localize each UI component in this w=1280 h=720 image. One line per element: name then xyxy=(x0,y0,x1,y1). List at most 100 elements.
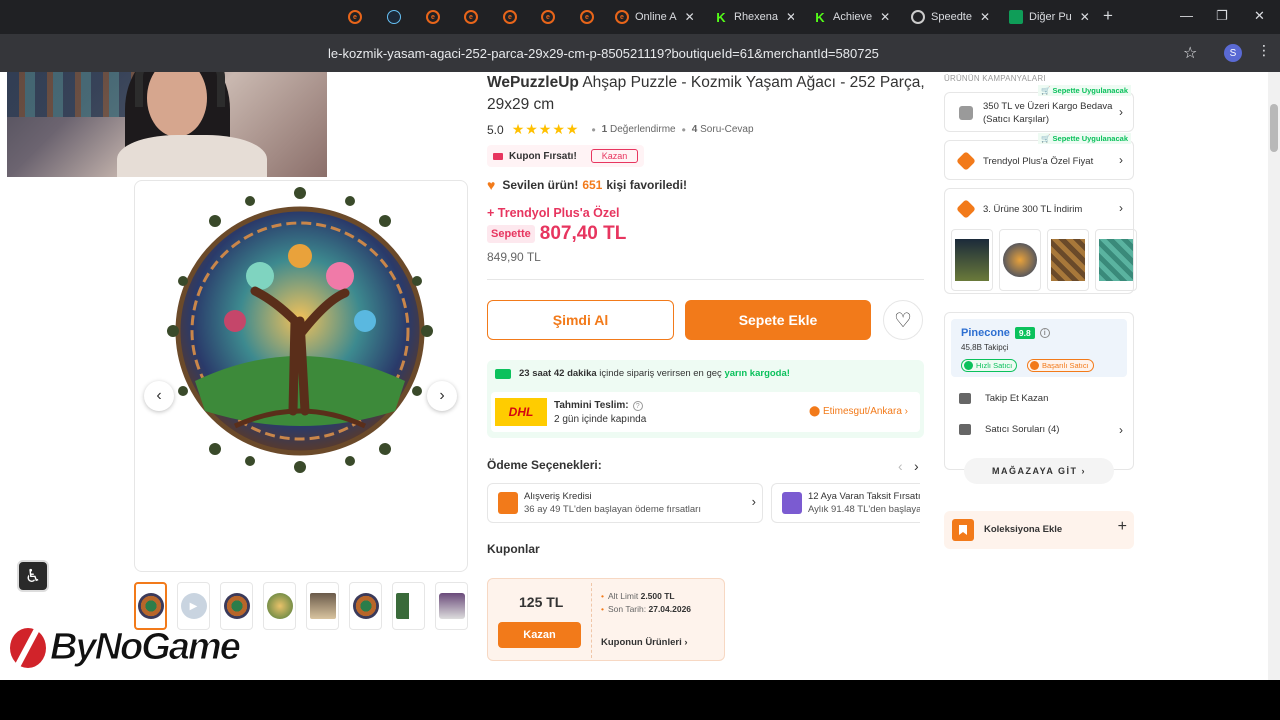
restore-button[interactable]: ❐ xyxy=(1216,8,1228,24)
favorite-heart-icon[interactable]: ♡ xyxy=(883,300,923,340)
campaign-products xyxy=(951,229,1137,291)
product-image[interactable] xyxy=(155,181,445,477)
browser-menu-icon[interactable]: ⋮ xyxy=(1257,42,1271,59)
thumbnail-video[interactable]: ▶ xyxy=(177,582,210,630)
dhl-logo: DHL xyxy=(495,398,547,426)
medal-icon xyxy=(1030,361,1039,370)
package-icon xyxy=(959,106,973,120)
browser-tab[interactable]: e xyxy=(426,6,446,28)
tag-icon xyxy=(956,199,976,219)
campaign-product-thumb[interactable] xyxy=(1095,229,1137,291)
price-row: Sepette 807,40 TL xyxy=(487,223,626,245)
go-to-store-button[interactable]: MAĞAZAYA GİT › xyxy=(964,458,1114,484)
thumbnail[interactable] xyxy=(263,582,296,630)
minimize-button[interactable]: — xyxy=(1180,8,1193,23)
shipping-highlight: yarın kargoda! xyxy=(724,368,790,379)
bookmark-star-icon[interactable]: ☆ xyxy=(1183,43,1197,63)
payment-next-button[interactable]: › xyxy=(914,458,919,474)
coupons-title: Kuponlar xyxy=(487,542,540,556)
browser-tab-bar: e e e e e e e Online A ✕ K Rhexena ✕ K Achiev… xyxy=(0,0,1280,34)
thumbnail[interactable] xyxy=(392,582,425,630)
shipping-box: 23 saat 42 dakika içinde sipariş verirse… xyxy=(487,360,924,438)
accessibility-icon[interactable]: ♿ xyxy=(17,560,49,592)
close-icon[interactable]: ✕ xyxy=(880,10,890,24)
coupon-products-link[interactable]: Kuponun Ürünleri › xyxy=(601,637,688,648)
payment-option-installment[interactable]: 12 Aya Varan Taksit Fırsatı Aylık 91.48 … xyxy=(771,483,920,523)
thumbnail[interactable] xyxy=(435,582,468,630)
campaign-third-product[interactable]: 3. Ürüne 300 TL İndirim › xyxy=(944,188,1137,294)
coupon-chip: Kupon Fırsatı! Kazan xyxy=(487,145,645,167)
follow-earn-row[interactable]: Takip Et Kazan xyxy=(959,393,1048,404)
campaign-product-thumb[interactable] xyxy=(951,229,993,291)
rating-stars: ★★★★★ xyxy=(511,121,580,137)
campaign-free-shipping[interactable]: 🛒 Sepette Uygulanacak 350 TL ve Üzeri Ka… xyxy=(944,85,1134,132)
seller-header: Pinecone 9.8 i 45,8B Takipçi Hızlı Satıcı … xyxy=(951,319,1127,377)
add-to-collection[interactable]: Koleksiyona Ekle + xyxy=(944,511,1134,549)
collection-label: Koleksiyona Ekle xyxy=(984,524,1063,535)
profile-avatar[interactable]: S xyxy=(1224,44,1242,62)
info-icon[interactable]: i xyxy=(1039,328,1050,338)
seller-name[interactable]: Pinecone 9.8 i xyxy=(961,327,1050,339)
browser-tab[interactable]: e xyxy=(348,6,368,28)
new-tab-button[interactable]: + xyxy=(1103,6,1113,26)
campaign-product-thumb[interactable] xyxy=(1047,229,1089,291)
chevron-right-icon: › xyxy=(751,494,756,509)
browser-tab[interactable]: e xyxy=(580,6,600,28)
browser-tab-speedtest[interactable]: Speedte ✕ xyxy=(911,6,991,28)
info-icon[interactable]: ? xyxy=(632,401,643,411)
browser-tab[interactable] xyxy=(387,6,407,28)
browser-tab[interactable]: e xyxy=(541,6,561,28)
doc-icon xyxy=(1009,10,1023,24)
payment-option-sub: Aylık 91.48 TL'den başlayan xyxy=(808,504,920,515)
payment-option-credit[interactable]: Alışveriş Kredisi 36 ay 49 TL'den başlay… xyxy=(487,483,763,523)
coupon-claim-button[interactable]: Kazan xyxy=(498,622,581,648)
delivery-estimate: DHL Tahmini Teslim:? 2 gün içinde kapınd… xyxy=(491,392,920,432)
tag-icon xyxy=(956,151,976,171)
divider xyxy=(487,279,924,280)
browser-tab[interactable]: e xyxy=(464,6,484,28)
tab-label: Rhexena xyxy=(734,11,779,23)
gallery-next-button[interactable]: › xyxy=(427,381,457,411)
browser-tab-diger[interactable]: Diğer Pu ✕ xyxy=(1009,6,1089,28)
browser-tab-rhexena[interactable]: K Rhexena ✕ xyxy=(714,6,794,28)
thumbnail[interactable] xyxy=(134,582,167,630)
product-brand[interactable]: WePuzzleUp xyxy=(487,74,579,91)
chat-icon xyxy=(959,424,971,435)
campaign-product-thumb[interactable] xyxy=(999,229,1041,291)
logo-text: ByNoGame xyxy=(50,626,242,669)
location-selector[interactable]: ⬤ Etimesgut/Ankara › xyxy=(809,406,908,417)
seller-questions-row[interactable]: Satıcı Soruları (4) xyxy=(959,424,1059,435)
sepette-badge: Sepette xyxy=(487,225,535,243)
add-to-cart-button[interactable]: Sepete Ekle xyxy=(685,300,871,340)
buy-now-button[interactable]: Şimdi Al xyxy=(487,300,674,340)
gallery-prev-button[interactable]: ‹ xyxy=(144,381,174,411)
browser-tab-achieve[interactable]: K Achieve ✕ xyxy=(813,6,893,28)
coupon-chip-button[interactable]: Kazan xyxy=(590,149,639,163)
scrollbar[interactable] xyxy=(1268,72,1280,680)
qa-link[interactable]: 4 Soru-Cevap xyxy=(692,124,754,135)
coupon-limit: Alt Limit 2.500 TL xyxy=(601,591,675,601)
browser-tab-online[interactable]: e Online A ✕ xyxy=(615,6,695,28)
thumbnail[interactable] xyxy=(349,582,382,630)
close-window-button[interactable]: ✕ xyxy=(1254,8,1265,24)
orange-circle-icon: e xyxy=(348,10,362,24)
tab-label: Speedte xyxy=(931,11,972,23)
scrollbar-thumb[interactable] xyxy=(1270,104,1278,152)
close-icon[interactable]: ✕ xyxy=(786,10,794,24)
thumbnail[interactable] xyxy=(220,582,253,630)
close-icon[interactable]: ✕ xyxy=(685,10,695,24)
chevron-right-icon: › xyxy=(1119,423,1123,437)
campaign-plus-price[interactable]: 🛒 Sepette Uygulanacak Trendyol Plus'a Öz… xyxy=(944,133,1134,180)
url-field[interactable]: le-kozmik-yasam-agaci-252-parca-29x29-cm… xyxy=(328,46,879,61)
shipping-deadline: 23 saat 42 dakika içinde sipariş verirse… xyxy=(495,368,790,379)
reviews-link[interactable]: 1 Değerlendirme xyxy=(602,124,676,135)
payment-option-title: Alışveriş Kredisi xyxy=(524,491,592,502)
payment-prev-button[interactable]: ‹ xyxy=(898,458,903,474)
close-icon[interactable]: ✕ xyxy=(980,10,990,24)
browser-tab[interactable]: e xyxy=(503,6,523,28)
close-icon[interactable]: ✕ xyxy=(1080,10,1089,24)
original-price: 849,90 TL xyxy=(487,250,541,264)
thumbnail[interactable] xyxy=(306,582,339,630)
tab-label: Achieve xyxy=(833,11,873,23)
address-bar: le-kozmik-yasam-agaci-252-parca-29x29-cm… xyxy=(0,34,1280,72)
